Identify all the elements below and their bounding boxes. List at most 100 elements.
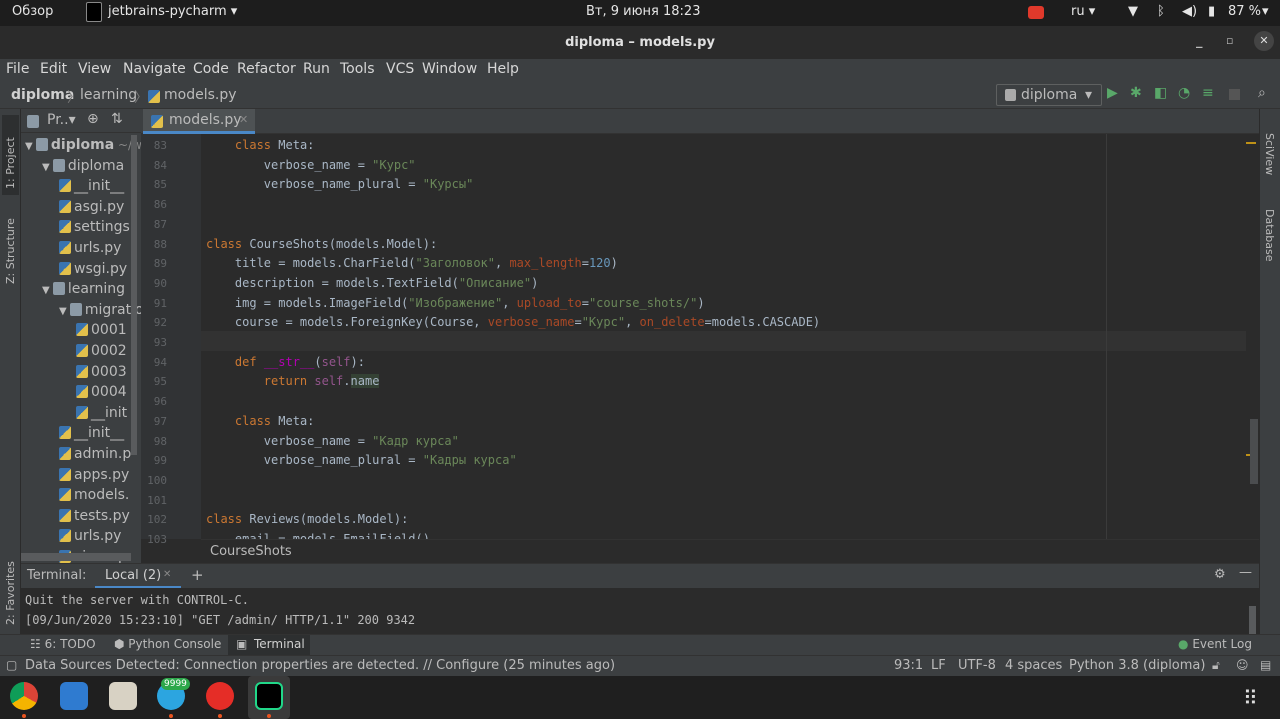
- expand-arrow-icon[interactable]: ▼: [25, 141, 36, 152]
- debug-icon[interactable]: ✱: [1130, 85, 1142, 101]
- tree-file[interactable]: 0001: [76, 320, 127, 340]
- terminal-output[interactable]: Quit the server with CONTROL-C. [09/Jun/…: [21, 588, 1259, 634]
- battery-icon[interactable]: ▮: [1208, 4, 1215, 19]
- status-toggle-icon[interactable]: ▢: [6, 658, 17, 672]
- expand-arrow-icon[interactable]: ▼: [42, 162, 53, 173]
- terminal-scrollbar[interactable]: [1249, 606, 1256, 634]
- tree-folder[interactable]: ▼ diploma ~/w: [25, 135, 141, 155]
- screenshot-tool-icon[interactable]: [60, 682, 88, 710]
- hide-panel-icon[interactable]: —: [1239, 565, 1252, 580]
- tree-file[interactable]: 0004: [76, 382, 127, 402]
- tree-file[interactable]: settings: [59, 217, 130, 237]
- tool-project[interactable]: 1: Project: [4, 137, 17, 189]
- youtube-music-icon[interactable]: [206, 682, 234, 710]
- run-config-selector[interactable]: diploma ▾: [996, 84, 1102, 106]
- recording-icon[interactable]: [1028, 6, 1044, 19]
- stop-icon[interactable]: [1229, 89, 1240, 100]
- menu-help[interactable]: Help: [487, 61, 519, 77]
- pycharm-icon[interactable]: [255, 682, 283, 710]
- status-message[interactable]: Data Sources Detected: Connection proper…: [25, 658, 615, 673]
- tree-hscrollbar[interactable]: [21, 553, 131, 561]
- indent-setting[interactable]: 4 spaces: [1005, 658, 1062, 673]
- file-encoding[interactable]: UTF-8: [958, 658, 996, 673]
- expand-arrow-icon[interactable]: ▼: [42, 285, 53, 296]
- minimize-button[interactable]: _: [1196, 34, 1203, 49]
- tool-todo[interactable]: ☷ 6: TODO: [30, 637, 96, 651]
- profile-icon[interactable]: ◔: [1178, 85, 1190, 101]
- menu-navigate[interactable]: Navigate: [123, 61, 186, 77]
- concurrency-icon[interactable]: ≡: [1202, 85, 1214, 101]
- tree-file[interactable]: asgi.py: [59, 197, 124, 217]
- line-separator[interactable]: LF: [931, 658, 946, 673]
- close-tab-icon[interactable]: ✕: [239, 113, 248, 126]
- search-everywhere-icon[interactable]: ⌕: [1258, 85, 1266, 101]
- tree-file[interactable]: __init__: [59, 176, 124, 196]
- tree-file[interactable]: 0003: [76, 362, 127, 382]
- tree-file[interactable]: apps.py: [59, 465, 129, 485]
- new-terminal-icon[interactable]: +: [191, 566, 204, 584]
- tree-file[interactable]: 0002: [76, 341, 127, 361]
- menu-edit[interactable]: Edit: [40, 61, 67, 77]
- activities-button[interactable]: Обзор: [12, 4, 53, 19]
- tree-file[interactable]: __init__: [59, 423, 124, 443]
- scroll-thumb[interactable]: [1250, 419, 1258, 484]
- menu-code[interactable]: Code: [193, 61, 229, 77]
- menu-tools[interactable]: Tools: [340, 61, 375, 77]
- menu-refactor[interactable]: Refactor: [237, 61, 296, 77]
- app-menu[interactable]: jetbrains-pycharm ▾: [108, 4, 237, 19]
- python-interpreter[interactable]: Python 3.8 (diploma): [1069, 658, 1205, 673]
- inspector-icon[interactable]: ☺: [1236, 658, 1249, 672]
- menu-run[interactable]: Run: [303, 61, 330, 77]
- coverage-icon[interactable]: ◧: [1154, 85, 1167, 101]
- tool-python-console[interactable]: ⬢ Python Console: [114, 637, 221, 651]
- chrome-icon[interactable]: [10, 682, 38, 710]
- language-indicator[interactable]: ru ▾: [1071, 4, 1095, 19]
- tool-database[interactable]: Database: [1263, 209, 1276, 262]
- tree-file[interactable]: wsgi.py: [59, 259, 127, 279]
- gear-icon[interactable]: ⚙: [1214, 567, 1226, 582]
- tree-file[interactable]: tests.py: [59, 506, 130, 526]
- tree-folder[interactable]: ▼ diploma: [42, 156, 124, 176]
- tree-scrollbar[interactable]: [131, 135, 137, 455]
- menu-file[interactable]: File: [6, 61, 29, 77]
- show-apps-icon[interactable]: ⠿: [1243, 686, 1258, 710]
- tree-file[interactable]: urls.py: [59, 526, 121, 546]
- caret-position[interactable]: 93:1: [894, 658, 923, 673]
- files-icon[interactable]: [109, 682, 137, 710]
- tool-terminal[interactable]: ▣ Terminal: [228, 635, 310, 656]
- tree-folder[interactable]: ▼ migratio: [59, 300, 141, 320]
- tool-sciview[interactable]: SciView: [1263, 133, 1276, 175]
- tree-file[interactable]: models.: [59, 485, 129, 505]
- menu-vcs[interactable]: VCS: [386, 61, 414, 77]
- nav-crumb-project[interactable]: diploma: [11, 87, 74, 103]
- code-editor[interactable]: class Meta: verbose_name = "Курс" verbos…: [201, 134, 1259, 539]
- tree-file[interactable]: urls.py: [59, 238, 121, 258]
- terminal-tab-local[interactable]: Local (2) ✕: [95, 564, 181, 589]
- collapse-icon[interactable]: ⇅: [111, 111, 123, 127]
- system-menu-arrow[interactable]: ▾: [1262, 4, 1269, 19]
- close-tab-icon[interactable]: ✕: [163, 569, 171, 580]
- tab-models-py[interactable]: models.py ✕: [143, 109, 255, 134]
- nav-crumb-file[interactable]: models.py: [164, 87, 237, 103]
- tree-folder[interactable]: ▼ learning: [42, 279, 125, 299]
- tool-favorites[interactable]: 2: Favorites: [4, 561, 17, 625]
- clock[interactable]: Вт, 9 июня 18:23: [586, 4, 700, 19]
- volume-icon[interactable]: ◀): [1182, 4, 1197, 19]
- tool-event-log[interactable]: ● Event Log: [1178, 637, 1252, 651]
- close-button[interactable]: ✕: [1254, 31, 1274, 51]
- notifications-icon[interactable]: ▤: [1260, 658, 1271, 672]
- tool-structure[interactable]: Z: Structure: [4, 218, 17, 284]
- bluetooth-icon[interactable]: ᛒ: [1157, 4, 1165, 19]
- editor-scrollbar[interactable]: [1246, 134, 1259, 539]
- maximize-button[interactable]: ▫: [1226, 34, 1233, 47]
- warning-marker[interactable]: [1246, 142, 1256, 144]
- expand-arrow-icon[interactable]: ▼: [59, 306, 70, 317]
- wifi-icon[interactable]: ▼: [1128, 4, 1138, 19]
- project-view-selector[interactable]: Pr..▾: [47, 112, 76, 128]
- lock-icon[interactable]: 🔓︎: [1212, 658, 1220, 673]
- tree-file[interactable]: admin.p: [59, 444, 131, 464]
- menu-window[interactable]: Window: [422, 61, 477, 77]
- editor-breadcrumb[interactable]: CourseShots: [210, 544, 292, 559]
- menu-view[interactable]: View: [78, 61, 111, 77]
- nav-crumb-folder[interactable]: learning: [80, 87, 137, 103]
